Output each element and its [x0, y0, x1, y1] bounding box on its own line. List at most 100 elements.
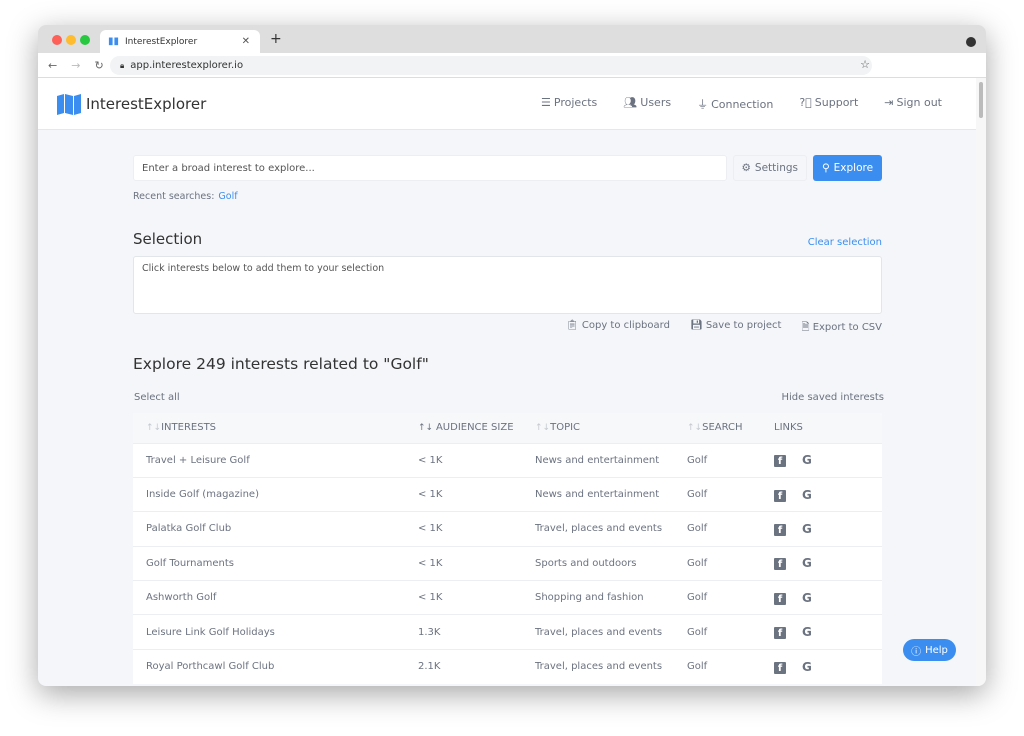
google-icon[interactable]: G	[802, 625, 812, 639]
interest-name[interactable]: Golf Tournaments	[133, 545, 418, 581]
scrollbar-thumb[interactable]	[979, 82, 983, 118]
browser-tab[interactable]: ▮▮ InterestExplorer ✕	[100, 30, 260, 53]
forward-icon[interactable]: →	[71, 59, 80, 72]
help-label: Help	[925, 644, 948, 656]
interest-name[interactable]: Travel + Leisure Golf	[133, 442, 418, 478]
help-button[interactable]: ⓘ Help	[903, 639, 956, 661]
column-label: TOPIC	[550, 422, 581, 434]
url-input[interactable]: 🔒︎ app.interestexplorer.io	[110, 56, 872, 75]
google-icon[interactable]: G	[802, 660, 812, 674]
settings-label: Settings	[754, 162, 798, 174]
facebook-icon[interactable]: f	[774, 592, 786, 605]
sort-icon: ↑↓	[418, 423, 436, 434]
column-header-search[interactable]: ↑↓SEARCH	[687, 413, 774, 443]
facebook-icon[interactable]: f	[774, 489, 786, 502]
recent-search-link[interactable]: Golf	[218, 191, 237, 202]
save-icon: 💾︎	[689, 320, 706, 331]
audience-size: 2.1K	[418, 648, 535, 684]
interest-name[interactable]: Inside Golf (magazine)	[133, 476, 418, 512]
nav-label: Sign out	[896, 96, 942, 109]
nav-label: Projects	[553, 96, 598, 109]
google-icon[interactable]: G	[802, 453, 812, 467]
address-bar-row: ← → ↻ 🔒︎ app.interestexplorer.io ☆	[38, 53, 986, 78]
save-to-project-button[interactable]: 💾︎ Save to project	[690, 320, 782, 337]
reload-icon[interactable]: ↻	[94, 59, 103, 72]
column-header-topic[interactable]: ↑↓TOPIC	[535, 413, 687, 443]
selection-title: Selection	[133, 230, 203, 248]
select-all-link[interactable]: Select all	[134, 392, 180, 403]
file-icon: 🗎	[801, 322, 813, 333]
search-term: Golf	[687, 648, 774, 684]
nav-sign-out[interactable]: ⇥ Sign out	[884, 96, 942, 112]
interest-name[interactable]: Ashworth Golf	[133, 580, 418, 615]
interest-name[interactable]: Palatka Golf Club	[133, 511, 418, 547]
users-icon: 👥︎	[623, 96, 638, 109]
main-nav: ☰ Projects 👥︎ Users ⏚ Connection ?⃝ Support …	[541, 96, 942, 112]
table-row[interactable]: Royal Porthcawl Golf Club 2.1K Travel, p…	[133, 648, 882, 684]
facebook-icon[interactable]: f	[774, 661, 786, 674]
logo[interactable]: InterestExplorer	[56, 93, 206, 115]
export-csv-button[interactable]: 🗎 Export to CSV	[801, 320, 882, 337]
search-term: Golf	[687, 442, 774, 478]
table-row[interactable]: Leisure Link Golf Holidays 1.3K Travel, …	[133, 614, 882, 650]
table-row[interactable]: Travel + Leisure Golf < 1K News and ente…	[133, 442, 882, 478]
interest-name[interactable]: Leisure Link Golf Holidays	[133, 614, 418, 650]
table-row[interactable]: Palatka Golf Club < 1K Travel, places an…	[133, 511, 882, 547]
google-icon[interactable]: G	[802, 522, 812, 536]
explore-label: Explore	[833, 162, 874, 174]
search-icon: ⚲	[821, 162, 830, 174]
table-row[interactable]: Ashworth Golf < 1K Shopping and fashion …	[133, 580, 882, 615]
column-header-audience-size[interactable]: ↑↓ AUDIENCE SIZE	[418, 413, 535, 443]
links-cell: fG	[774, 545, 882, 581]
settings-button[interactable]: ⚙ Settings	[732, 155, 807, 181]
list-icon: ☰	[541, 96, 551, 109]
new-tab-button[interactable]: +	[270, 31, 282, 47]
app-header: InterestExplorer ☰ Projects 👥︎ Users ⏚ Conn…	[38, 78, 976, 130]
table-row[interactable]: Inside Golf (magazine) < 1K News and ent…	[133, 476, 882, 512]
nav-projects[interactable]: ☰ Projects	[541, 96, 597, 112]
links-cell: fG	[774, 580, 882, 615]
map-logo-icon	[57, 94, 81, 115]
facebook-icon[interactable]: f	[774, 627, 786, 640]
copy-to-clipboard-button[interactable]: 📋︎ Copy to clipboard	[566, 320, 670, 337]
selection-textarea[interactable]: Click interests below to add them to you…	[133, 256, 882, 314]
nav-users[interactable]: 👥︎ Users	[623, 96, 671, 112]
profile-icon[interactable]	[966, 37, 976, 47]
table-row[interactable]: Golf Tournaments < 1K Sports and outdoor…	[133, 545, 882, 581]
explore-button[interactable]: ⚲ Explore	[813, 155, 882, 181]
nav-support[interactable]: ?⃝ Support	[799, 96, 858, 112]
search-term: Golf	[687, 580, 774, 615]
question-icon: ?⃝	[799, 96, 812, 109]
facebook-icon[interactable]: f	[774, 558, 786, 571]
topic: Sports and outdoors	[535, 545, 687, 581]
maximize-window-button[interactable]	[80, 35, 90, 45]
topic: Shopping and fashion	[535, 580, 687, 615]
google-icon[interactable]: G	[802, 591, 812, 605]
close-tab-icon[interactable]: ✕	[242, 36, 250, 47]
audience-size: < 1K	[418, 545, 535, 581]
interest-name[interactable]: Royal Porthcawl Golf Club	[133, 648, 418, 684]
plug-icon: ⏚	[697, 98, 709, 111]
topic: News and entertainment	[535, 476, 687, 512]
bookmark-star-icon[interactable]: ☆	[860, 58, 870, 71]
interest-search-input[interactable]: Enter a broad interest to explore...	[133, 155, 727, 181]
google-icon[interactable]: G	[802, 488, 812, 502]
google-icon[interactable]: G	[802, 556, 812, 570]
column-header-interests[interactable]: ↑↓INTERESTS	[133, 413, 418, 443]
clear-selection-link[interactable]: Clear selection	[808, 237, 882, 248]
hide-saved-link[interactable]: Hide saved interests	[782, 392, 885, 403]
back-icon[interactable]: ←	[48, 59, 57, 72]
main-content: Enter a broad interest to explore... ⚙ Se…	[133, 155, 884, 684]
results-tools: Select all Hide saved interests	[133, 392, 884, 403]
facebook-icon[interactable]: f	[774, 523, 786, 536]
interests-table: ↑↓INTERESTS ↑↓ AUDIENCE SIZE ↑↓TOPIC ↑↓S…	[133, 413, 882, 684]
selection-header: Selection Clear selection	[133, 230, 882, 248]
search-row: Enter a broad interest to explore... ⚙ Se…	[133, 155, 882, 181]
scrollbar[interactable]	[976, 78, 986, 686]
close-window-button[interactable]	[52, 35, 62, 45]
audience-size: < 1K	[418, 511, 535, 547]
minimize-window-button[interactable]	[66, 35, 76, 45]
facebook-icon[interactable]: f	[774, 455, 786, 468]
nav-connection[interactable]: ⏚ Connection	[697, 96, 773, 112]
search-term: Golf	[687, 614, 774, 650]
